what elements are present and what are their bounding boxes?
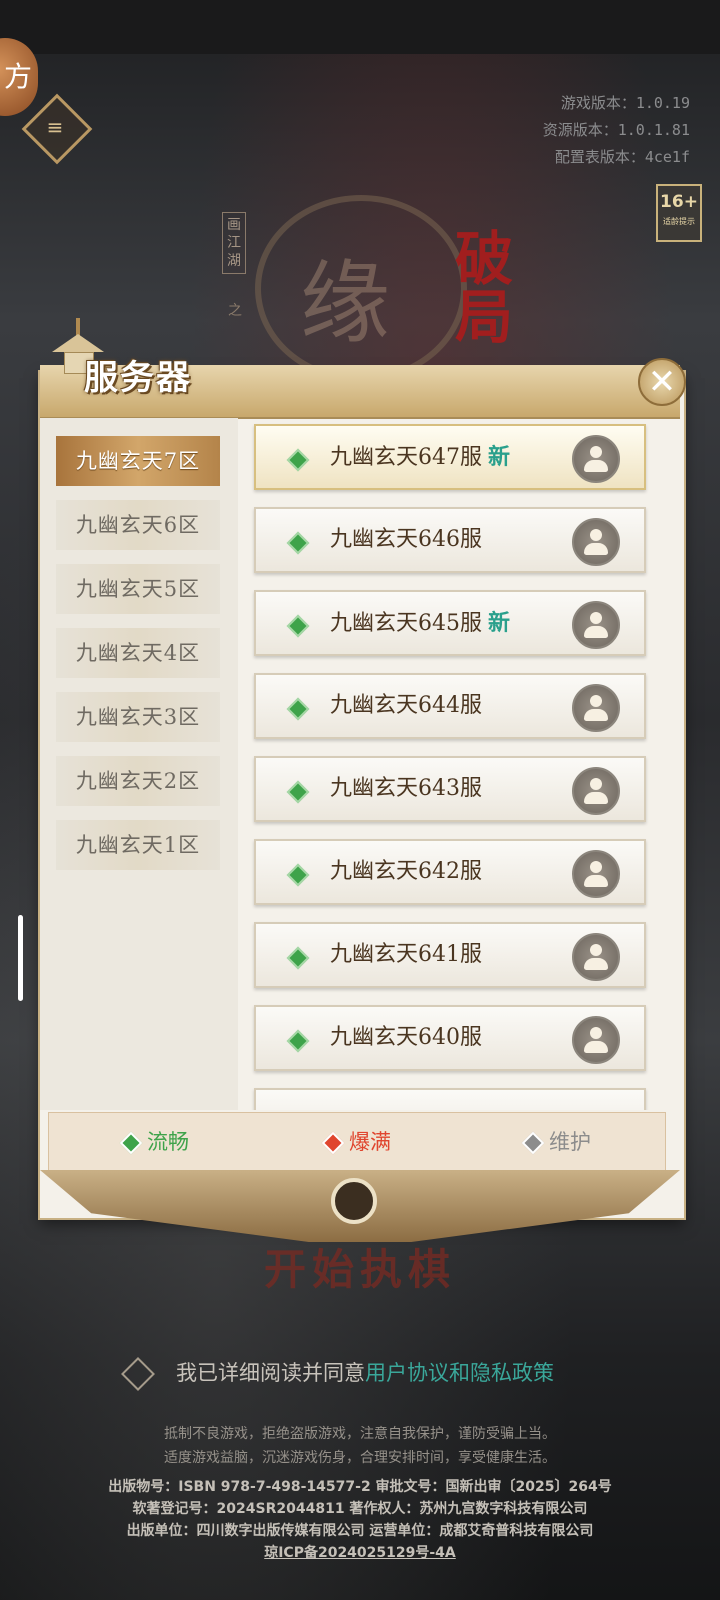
logo-zhi: 之	[228, 303, 242, 319]
new-badge: 新	[488, 444, 511, 470]
server-item-partial[interactable]	[254, 1088, 646, 1110]
age-rating: 16+	[660, 192, 698, 212]
status-smooth-icon	[286, 614, 310, 638]
logo-brush-char: 缘	[300, 251, 390, 356]
avatar-icon	[572, 933, 620, 981]
panel-title: 服务器	[84, 358, 192, 398]
publish-line-1: 出版物号：ISBN 978-7-498-14577-2 审批文号：国新出审〔20…	[108, 1479, 612, 1495]
legend-full: 爆满	[321, 1113, 391, 1171]
server-name: 九幽玄天643服	[330, 776, 482, 801]
zone-item-2[interactable]: 九幽玄天2区	[56, 756, 220, 806]
server-name: 九幽玄天647服	[330, 445, 482, 470]
server-name-row: 九幽玄天642服	[330, 841, 482, 903]
server-name: 九幽玄天646服	[330, 527, 482, 552]
avatar-icon	[572, 767, 620, 815]
agreement-link[interactable]: 用户协议和隐私政策	[365, 1361, 554, 1385]
status-smooth-icon	[286, 697, 310, 721]
config-version: 配置表版本：4ce1f	[554, 148, 690, 166]
server-name-row: 九幽玄天646服	[330, 509, 482, 571]
zone-item-3[interactable]: 九幽玄天3区	[56, 692, 220, 742]
health-notice: 抵制不良游戏，拒绝盗版游戏，注意自我保护，谨防受骗上当。 适度游戏益脑，沉迷游戏…	[0, 1422, 720, 1470]
legend-maintenance: 维护	[521, 1113, 591, 1171]
server-list: 九幽玄天647服新 九幽玄天646服 九幽玄天645服新 九幽玄天644服 九幽…	[238, 418, 680, 1110]
server-name: 九幽玄天641服	[330, 942, 482, 967]
zone-item-6[interactable]: 九幽玄天6区	[56, 500, 220, 550]
menu-icon: ≡	[46, 115, 64, 139]
publish-line-3: 出版单位：四川数字出版传媒有限公司 运营单位：成都艾奇普科技有限公司	[126, 1523, 594, 1539]
avatar-icon	[572, 850, 620, 898]
zone-item-1[interactable]: 九幽玄天1区	[56, 820, 220, 870]
server-item[interactable]: 九幽玄天640服	[254, 1005, 646, 1071]
server-item[interactable]: 九幽玄天643服	[254, 756, 646, 822]
status-smooth-icon	[286, 1029, 310, 1053]
status-legend: 流畅 爆满 维护	[48, 1112, 666, 1172]
status-bar	[0, 0, 720, 54]
age-tip: 适龄提示	[663, 217, 695, 226]
avatar-icon	[572, 435, 620, 483]
server-name-row: 九幽玄天644服	[330, 675, 482, 737]
version-info: 游戏版本：1.0.19 资源版本：1.0.1.81 配置表版本：4ce1f	[543, 90, 690, 171]
server-name-row: 九幽玄天645服新	[330, 592, 510, 655]
server-name: 九幽玄天645服	[330, 611, 482, 636]
publishing-info: 出版物号：ISBN 978-7-498-14577-2 审批文号：国新出审〔20…	[0, 1476, 720, 1564]
status-smooth-icon	[286, 946, 310, 970]
server-name-row: 九幽玄天640服	[330, 1007, 482, 1069]
avatar-icon	[572, 601, 620, 649]
server-item[interactable]: 九幽玄天646服	[254, 507, 646, 573]
server-item[interactable]: 九幽玄天644服	[254, 673, 646, 739]
avatar-icon	[572, 1016, 620, 1064]
server-name-row: 九幽玄天641服	[330, 924, 482, 986]
avatar-icon	[572, 684, 620, 732]
ornament-knob-icon	[331, 1178, 377, 1224]
close-icon: ✕	[647, 362, 677, 402]
status-smooth-icon	[286, 448, 310, 472]
smooth-diamond-icon	[119, 1131, 143, 1155]
server-name-row: 九幽玄天643服	[330, 758, 482, 820]
publish-line-2: 软著登记号：2024SR2044811 著作权人：苏州九宫数字科技有限公司	[132, 1501, 588, 1517]
status-smooth-icon	[286, 531, 310, 555]
full-diamond-icon	[321, 1131, 345, 1155]
legend-smooth: 流畅	[119, 1113, 189, 1171]
corner-badge-label: 方	[3, 60, 32, 93]
agreement-text: 我已详细阅读并同意用户协议和隐私政策	[176, 1361, 554, 1385]
zone-item-7[interactable]: 九幽玄天7区	[56, 436, 220, 486]
logo-tag: 画江湖	[222, 212, 246, 274]
zone-list: 九幽玄天7区 九幽玄天6区 九幽玄天5区 九幽玄天4区 九幽玄天3区 九幽玄天2…	[40, 418, 238, 1110]
server-item[interactable]: 九幽玄天645服新	[254, 590, 646, 656]
maintenance-diamond-icon	[521, 1131, 545, 1155]
server-item[interactable]: 九幽玄天641服	[254, 922, 646, 988]
new-badge: 新	[488, 610, 511, 636]
server-name: 九幽玄天644服	[330, 693, 482, 718]
notice-line-1: 抵制不良游戏，拒绝盗版游戏，注意自我保护，谨防受骗上当。	[164, 1426, 556, 1442]
scrollbar[interactable]	[18, 915, 23, 1001]
zone-item-5[interactable]: 九幽玄天5区	[56, 564, 220, 614]
status-smooth-icon	[286, 780, 310, 804]
start-game-button[interactable]: 开始执棋	[0, 1236, 720, 1297]
status-smooth-icon	[286, 863, 310, 887]
server-name-row: 九幽玄天647服新	[330, 426, 510, 489]
notice-line-2: 适度游戏益脑，沉迷游戏伤身，合理安排时间，享受健康生活。	[164, 1450, 556, 1466]
avatar-icon	[572, 518, 620, 566]
close-button[interactable]: ✕	[638, 358, 686, 406]
age-rating-badge[interactable]: 16+ 适龄提示	[656, 184, 702, 242]
resource-version: 资源版本：1.0.1.81	[542, 121, 690, 139]
server-item[interactable]: 九幽玄天647服新	[254, 424, 646, 490]
zone-item-4[interactable]: 九幽玄天4区	[56, 628, 220, 678]
server-name: 九幽玄天642服	[330, 859, 482, 884]
game-version: 游戏版本：1.0.19	[560, 94, 690, 112]
server-name: 九幽玄天640服	[330, 1025, 482, 1050]
logo-red-text: 破局	[455, 225, 514, 351]
icp-link[interactable]: 琼ICP备2024025129号-4A	[0, 1542, 720, 1564]
server-item[interactable]: 九幽玄天642服	[254, 839, 646, 905]
